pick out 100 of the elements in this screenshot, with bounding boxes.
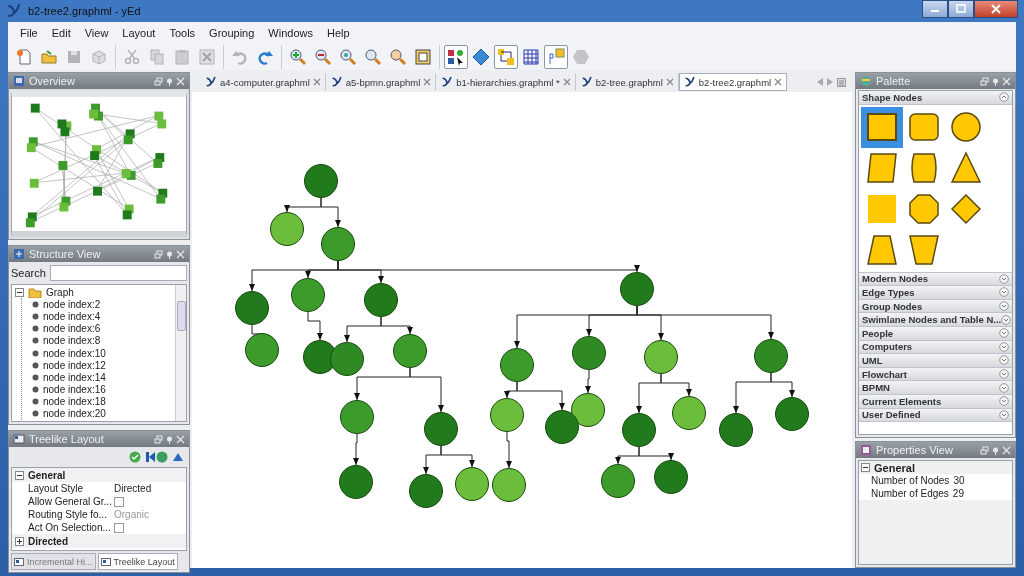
tree-item[interactable]: node index:20 — [43, 408, 106, 420]
edge-arrow — [585, 369, 591, 394]
document-tab[interactable]: b2-tree.graphml — [575, 73, 679, 91]
expand-icon[interactable] — [15, 536, 24, 546]
node — [409, 474, 443, 508]
node-dot-icon — [32, 337, 39, 345]
section-title[interactable]: General — [874, 461, 915, 474]
panel-icon — [14, 557, 24, 566]
menu-item[interactable]: Help — [320, 24, 356, 41]
section-title: Shape Nodes — [862, 91, 923, 103]
section-title[interactable]: Directed — [28, 535, 68, 547]
menu-item[interactable]: File — [14, 24, 44, 41]
node — [644, 340, 678, 374]
tree-item[interactable]: node index:8 — [43, 335, 101, 347]
node — [492, 468, 526, 502]
tree-item[interactable]: node index:18 — [43, 396, 106, 408]
menu-item[interactable]: Tools — [163, 24, 202, 41]
tree-item[interactable]: node index:4 — [43, 310, 101, 322]
tree-item[interactable]: node index:16 — [43, 384, 106, 396]
rectangle-shape[interactable] — [861, 106, 903, 148]
panel-icon — [860, 444, 872, 456]
panel-tab[interactable]: Incremental Hi... — [11, 553, 96, 571]
restore-icon[interactable] — [154, 76, 163, 86]
node-dot-icon — [32, 410, 39, 418]
section-title: Flowchart — [862, 368, 907, 380]
close-button[interactable] — [974, 0, 1018, 18]
checkbox[interactable] — [114, 522, 124, 533]
node — [601, 464, 635, 498]
tree-item[interactable]: node index:2 — [43, 298, 101, 310]
section-title: UML — [862, 354, 883, 366]
edge-arrow — [506, 431, 512, 469]
tree-item[interactable]: node index:10 — [43, 347, 106, 359]
pin-icon[interactable] — [991, 445, 1000, 455]
section-title: Current Elements — [862, 395, 942, 407]
tree-item[interactable]: node index:6 — [43, 323, 101, 335]
palette-section[interactable]: BPMN — [859, 381, 1012, 395]
node-dot-icon — [32, 325, 39, 333]
menu-item[interactable]: Layout — [116, 24, 162, 41]
node — [490, 398, 524, 432]
restore-icon[interactable] — [980, 76, 989, 86]
app-logo-icon — [580, 75, 593, 89]
menu-item[interactable]: Edit — [45, 24, 77, 41]
checkbox[interactable] — [114, 496, 124, 507]
pin-icon[interactable] — [165, 76, 174, 86]
property-label: Number of Edges — [871, 488, 949, 499]
maximize-button[interactable] — [948, 0, 974, 18]
close-icon[interactable] — [774, 78, 783, 86]
menu-item[interactable]: View — [78, 24, 115, 41]
right-arrow-icon[interactable] — [827, 78, 833, 86]
pin-icon[interactable] — [165, 249, 174, 259]
document-tab[interactable]: a5-bpmn.graphml — [325, 73, 437, 91]
search-field[interactable] — [49, 265, 187, 281]
node — [245, 333, 279, 367]
palette-section[interactable]: Shape Nodes — [859, 91, 1012, 105]
node-dot-icon — [32, 398, 39, 406]
edge-arrow — [353, 433, 359, 466]
node-dot-icon — [32, 386, 39, 394]
section-title: People — [862, 327, 894, 339]
collapse-icon[interactable] — [861, 463, 870, 472]
close-icon[interactable] — [665, 78, 674, 86]
property-value[interactable]: Directed — [114, 483, 152, 495]
property-value: 29 — [952, 488, 964, 499]
layout-run-icon[interactable] — [146, 451, 168, 464]
node — [571, 393, 605, 427]
pin-icon[interactable] — [165, 434, 174, 444]
menu-item[interactable]: Windows — [262, 24, 319, 41]
menu-item[interactable]: Grouping — [203, 24, 261, 41]
restore-icon[interactable] — [154, 249, 163, 259]
scrollbar[interactable] — [175, 285, 186, 422]
close-icon[interactable] — [562, 78, 571, 86]
section-title[interactable]: General — [28, 469, 66, 481]
node — [719, 413, 753, 447]
node-dot-icon — [32, 349, 39, 357]
palette-section[interactable]: Edge Types — [859, 286, 1012, 300]
panel-tab[interactable]: Treelike Layout — [97, 553, 178, 571]
window-title: b2-tree2.graphml - yEd — [28, 5, 142, 17]
section-title: Computers — [862, 341, 913, 353]
palette-section[interactable]: Swimlane Nodes and Table N... — [859, 313, 1012, 327]
document-tab[interactable]: a4-computer.graphml — [200, 73, 326, 91]
document-tab[interactable]: b1-hierarchies.graphml * — [436, 73, 576, 91]
pin-icon[interactable] — [991, 76, 1000, 86]
palette-section[interactable]: UML — [859, 354, 1012, 368]
collapse-icon[interactable] — [15, 287, 24, 297]
node — [622, 413, 656, 447]
restore-icon[interactable] — [980, 445, 989, 455]
document-tab[interactable]: b2-tree2.graphml — [678, 73, 788, 91]
tree-item[interactable]: node index:12 — [43, 359, 106, 371]
tree-item[interactable]: node index:14 — [43, 371, 106, 383]
close-icon[interactable] — [312, 78, 321, 86]
app-logo-icon — [6, 3, 22, 19]
node — [393, 334, 427, 368]
collapse-icon[interactable] — [15, 470, 24, 480]
left-arrow-icon[interactable] — [817, 78, 823, 86]
property-label: Routing Style fo... — [28, 509, 108, 521]
minimize-button[interactable] — [922, 0, 948, 18]
restore-icon[interactable] — [154, 434, 163, 444]
tab-list-icon[interactable] — [837, 77, 846, 87]
close-icon[interactable] — [423, 78, 432, 86]
tree-item[interactable]: Graph — [46, 286, 74, 298]
check-circle-icon[interactable] — [129, 451, 141, 464]
